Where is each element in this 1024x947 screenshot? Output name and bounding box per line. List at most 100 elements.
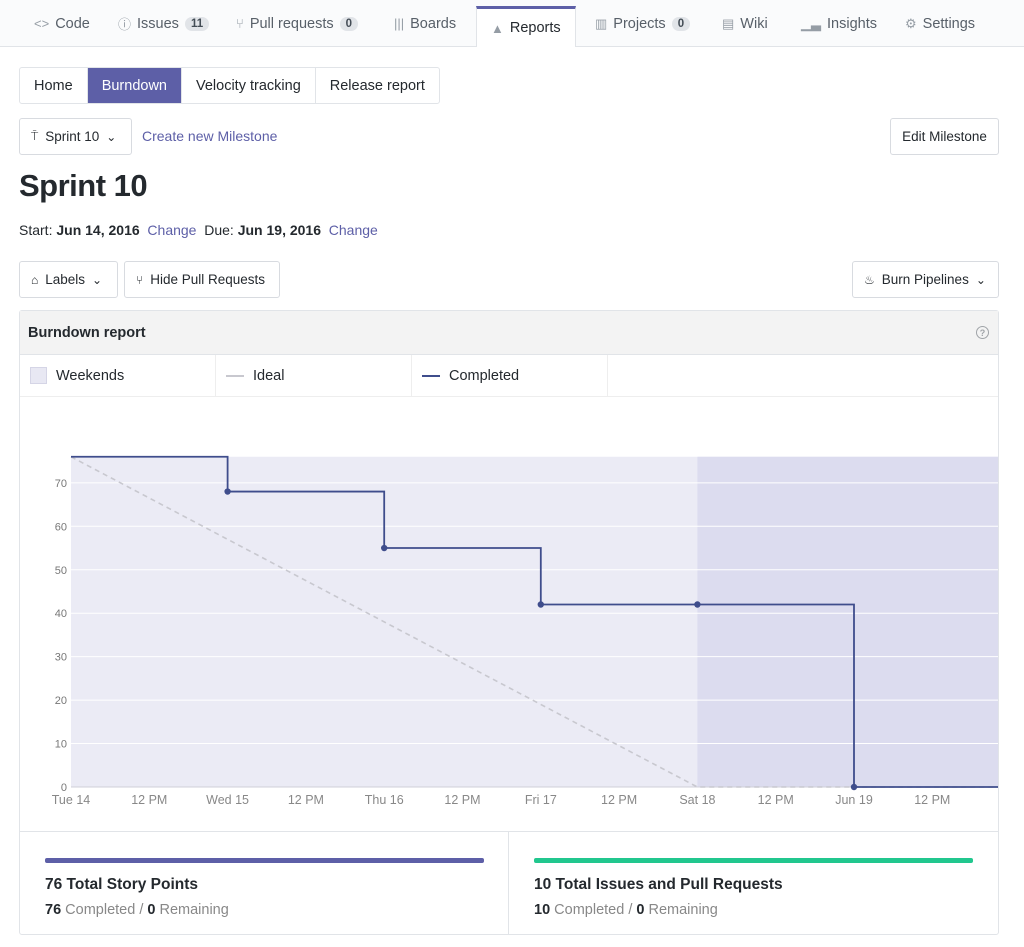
- graph-icon: ▲: [491, 20, 504, 36]
- y-tick-label: 40: [55, 608, 67, 620]
- create-milestone-link[interactable]: Create new Milestone: [142, 128, 277, 144]
- burndown-chart: 0 10 20 30 40 50 60 70 Tue 14 12 PM Wed 15 12 PM Thu…: [20, 397, 998, 832]
- legend-label: Ideal: [253, 367, 285, 384]
- legend-completed[interactable]: Completed: [412, 355, 608, 396]
- change-start-link[interactable]: Change: [147, 222, 196, 238]
- y-tick-label: 10: [55, 739, 67, 751]
- book-icon: ▤: [722, 15, 735, 31]
- issues-progress-bar: [534, 858, 973, 863]
- tab-label: Insights: [827, 15, 877, 32]
- edit-milestone-button[interactable]: Edit Milestone: [890, 118, 999, 155]
- boards-icon: |||: [394, 16, 405, 31]
- tab-boards[interactable]: ||| Boards: [380, 0, 470, 47]
- x-tick-label: Wed 15: [206, 793, 249, 807]
- x-tick-label: Sat 18: [679, 793, 715, 807]
- remaining-count: 0: [636, 902, 645, 918]
- panel-header: Burndown report ?: [20, 311, 998, 355]
- completed-point: [694, 601, 701, 608]
- code-icon: <>: [34, 16, 50, 31]
- x-tick-label: 12 PM: [288, 793, 324, 807]
- tab-label: Wiki: [740, 15, 768, 32]
- completed-count: 10: [534, 902, 551, 918]
- hide-pr-label: Hide Pull Requests: [150, 272, 266, 287]
- stat-title: 76 Total Story Points: [45, 876, 199, 893]
- legend-weekends[interactable]: Weekends: [20, 355, 216, 396]
- remaining-label: Remaining: [159, 902, 229, 918]
- repo-nav: <> Code ⓘ Issues 11 ⑂ Pull requests 0 ||…: [0, 0, 1024, 47]
- tab-label: Settings: [922, 15, 976, 32]
- flame-icon: ♨: [864, 272, 875, 287]
- tab-label: Projects: [613, 15, 666, 32]
- tab-label: Code: [55, 15, 90, 32]
- x-tick-label: Jun 19: [835, 793, 873, 807]
- x-tick-label: 12 PM: [601, 793, 637, 807]
- y-tick-label: 50: [55, 565, 67, 577]
- labels-label: Labels: [45, 272, 86, 287]
- completed-swatch: [422, 374, 440, 377]
- remaining-count: 0: [147, 902, 156, 918]
- completed-point: [381, 544, 388, 552]
- page-title: Sprint 10: [19, 168, 148, 203]
- x-tick-label: Tue 14: [52, 793, 91, 807]
- tab-issues[interactable]: ⓘ Issues 11: [104, 0, 223, 47]
- project-icon: ▥: [595, 15, 608, 31]
- x-tick-label: 12 PM: [444, 793, 480, 807]
- completed-point: [537, 601, 544, 608]
- story-points-stat: 76 Total Story Points 76 Completed / 0 R…: [20, 832, 509, 935]
- chevron-down-icon: ⌄: [975, 272, 986, 287]
- help-icon[interactable]: ?: [976, 326, 989, 339]
- weekend-band: [697, 456, 998, 787]
- due-label: Due:: [204, 222, 234, 238]
- burndown-report-panel: Burndown report ? Weekends Ideal Complet…: [19, 310, 999, 935]
- burn-pipelines-dropdown[interactable]: ♨ Burn Pipelines ⌄: [852, 261, 999, 298]
- labels-dropdown[interactable]: ⌂ Labels ⌄: [19, 261, 118, 298]
- weekend-swatch: [30, 367, 47, 384]
- pull-request-icon: ⑂: [236, 16, 244, 31]
- insights-icon: ▁▃: [801, 15, 821, 31]
- issue-icon: ⓘ: [118, 17, 132, 32]
- x-tick-label: 12 PM: [914, 793, 950, 807]
- change-due-link[interactable]: Change: [329, 222, 378, 238]
- tab-label: Pull requests: [249, 15, 334, 32]
- x-tick-label: 12 PM: [758, 793, 794, 807]
- stat-subtitle: 76 Completed / 0 Remaining: [45, 902, 229, 918]
- chevron-down-icon: ⌄: [106, 129, 117, 144]
- subnav-burndown[interactable]: Burndown: [87, 68, 182, 103]
- start-date: Jun 14, 2016: [56, 222, 140, 238]
- issues-stat: 10 Total Issues and Pull Requests 10 Com…: [509, 832, 998, 935]
- count-badge: 0: [339, 16, 359, 31]
- reports-subnav: Home Burndown Velocity tracking Release …: [19, 67, 440, 104]
- tab-reports[interactable]: ▲ Reports: [476, 6, 576, 47]
- completed-count: 76: [45, 902, 62, 918]
- burn-pipelines-label: Burn Pipelines: [881, 272, 969, 287]
- tab-code[interactable]: <> Code: [20, 0, 104, 47]
- milestone-icon: ⍑: [31, 129, 39, 143]
- chart-legend: Weekends Ideal Completed: [20, 355, 998, 397]
- chevron-down-icon: ⌄: [92, 272, 103, 287]
- tab-pull-requests[interactable]: ⑂ Pull requests 0: [222, 0, 372, 47]
- milestone-dates: Start: Jun 14, 2016 Change Due: Jun 19, …: [19, 222, 378, 238]
- tab-insights[interactable]: ▁▃ Insights: [787, 0, 891, 47]
- tab-settings[interactable]: ⚙ Settings: [891, 0, 989, 47]
- x-tick-label: Fri 17: [525, 793, 557, 807]
- legend-ideal[interactable]: Ideal: [216, 355, 412, 396]
- count-badge: 0: [671, 16, 691, 31]
- subnav-release-report[interactable]: Release report: [316, 68, 439, 103]
- tab-label: Boards: [410, 15, 457, 32]
- story-points-progress-bar: [45, 858, 484, 863]
- tab-projects[interactable]: ▥ Projects 0: [581, 0, 704, 47]
- subnav-home[interactable]: Home: [20, 68, 88, 103]
- milestone-dropdown[interactable]: ⍑ Sprint 10 ⌄: [19, 118, 132, 155]
- subnav-velocity-tracking[interactable]: Velocity tracking: [182, 68, 316, 103]
- hide-pull-requests-button[interactable]: ⑂ Hide Pull Requests: [124, 261, 280, 298]
- x-tick-label: Thu 16: [365, 793, 404, 807]
- completed-label: Completed: [554, 902, 625, 918]
- legend-label: Weekends: [56, 367, 125, 384]
- milestone-selected: Sprint 10: [45, 129, 100, 144]
- legend-label: Completed: [449, 367, 520, 384]
- report-title: Burndown report: [28, 324, 146, 341]
- y-tick-label: 30: [55, 652, 67, 664]
- tab-wiki[interactable]: ▤ Wiki: [708, 0, 782, 47]
- tab-label: Reports: [509, 20, 561, 36]
- y-tick-label: 20: [55, 695, 67, 707]
